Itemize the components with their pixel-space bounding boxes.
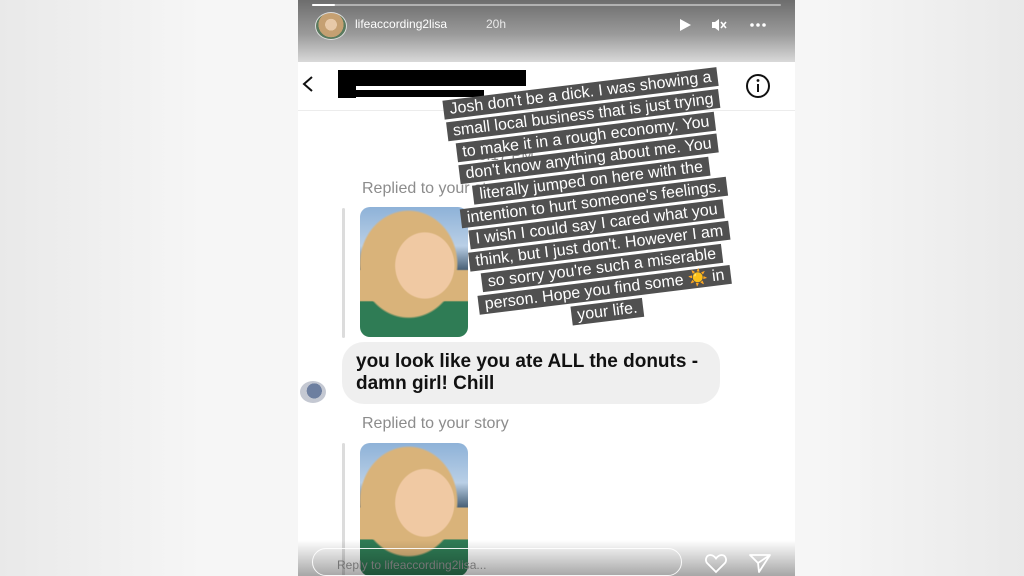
story-progress-bar: [312, 4, 781, 6]
reply-input[interactable]: [312, 548, 682, 576]
story-username[interactable]: lifeaccording2lisa: [355, 17, 447, 31]
back-icon: [300, 72, 316, 96]
message-text: you look like you ate ALL the donuts - d…: [356, 351, 699, 394]
mute-icon[interactable]: [710, 16, 728, 34]
story-caption: Josh don't be a dick. I was showing a sm…: [395, 60, 794, 346]
more-icon[interactable]: [748, 16, 766, 34]
quote-line: [342, 208, 345, 338]
replied-to-story-label: Replied to your story: [362, 415, 509, 432]
redaction-bar: [338, 70, 526, 86]
message-bubble: you look like you ate ALL the donuts - d…: [342, 342, 720, 404]
story-avatar[interactable]: [315, 12, 347, 40]
story-header: lifeaccording2lisa 20h: [298, 0, 795, 62]
story-viewer: 3:17 PM Replied to your story you look l…: [298, 0, 795, 576]
redaction-bar: [338, 86, 356, 98]
heart-icon[interactable]: [704, 552, 728, 574]
play-icon[interactable]: [676, 16, 694, 34]
story-time: 20h: [486, 17, 507, 31]
send-icon[interactable]: [748, 552, 772, 574]
sender-avatar: [300, 381, 326, 403]
story-progress-fill: [312, 4, 336, 6]
